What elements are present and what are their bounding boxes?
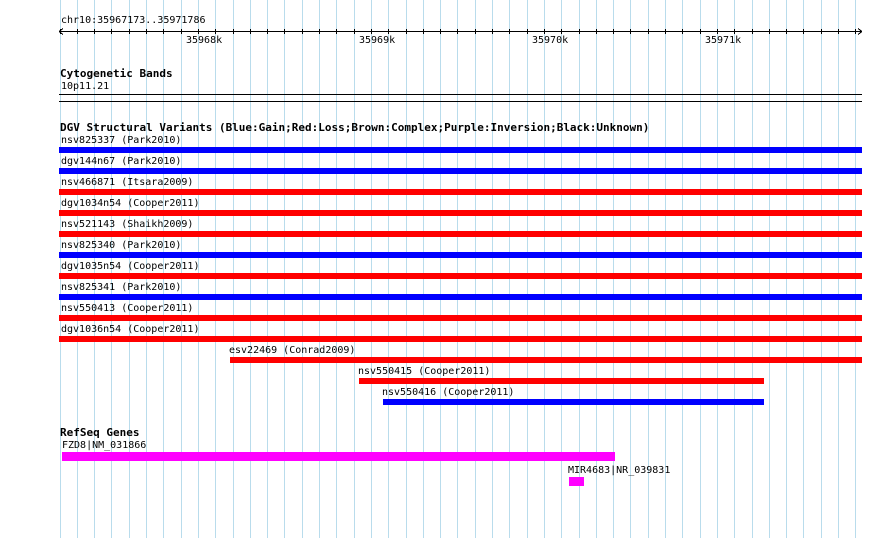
variant-label: nsv550416 (Cooper2011) — [382, 387, 515, 398]
variant-label: dgv1034n54 (Cooper2011) — [61, 198, 200, 209]
gain-variant-bar[interactable] — [59, 168, 862, 174]
loss-variant-bar[interactable] — [230, 357, 862, 363]
variant-label: nsv825337 (Park2010) — [61, 135, 182, 146]
locus-label: chr10:35967173..35971786 — [61, 15, 206, 26]
gain-variant-bar[interactable] — [383, 399, 764, 405]
gain-variant-bar[interactable] — [59, 147, 862, 153]
ruler-tick-label: 35969k — [359, 35, 396, 46]
variant-label: nsv825340 (Park2010) — [61, 240, 182, 251]
dgv-track-title: DGV Structural Variants (Blue:Gain;Red:L… — [60, 121, 650, 134]
variant-label: dgv144n67 (Park2010) — [61, 156, 182, 167]
variant-label: nsv550415 (Cooper2011) — [358, 366, 491, 377]
variant-label: nsv521143 (Shaikh2009) — [61, 219, 194, 230]
ruler-tick-label: 35970k — [532, 35, 569, 46]
cytoband-label[interactable]: 10p11.21 — [61, 81, 109, 93]
variant-label: nsv466871 (Itsara2009) — [61, 177, 194, 188]
variant-label: dgv1035n54 (Cooper2011) — [61, 261, 200, 272]
gene-bar[interactable] — [62, 452, 615, 461]
cytobands-track-title: Cytogenetic Bands — [60, 67, 173, 80]
loss-variant-bar[interactable] — [59, 210, 862, 216]
gene-label: MIR4683|NR_039831 — [568, 465, 671, 476]
gain-variant-bar[interactable] — [59, 252, 862, 258]
variant-label: nsv550413 (Cooper2011) — [61, 303, 194, 314]
refseq-track-title: RefSeq Genes — [60, 426, 140, 439]
gene-bar[interactable] — [569, 477, 584, 486]
loss-variant-bar[interactable] — [359, 378, 764, 384]
ruler-tick-label: 35971k — [705, 35, 742, 46]
gene-label: FZD8|NM_031866 — [62, 440, 147, 451]
variant-label: esv22469 (Conrad2009) — [229, 345, 356, 356]
cytoband-line — [59, 101, 862, 102]
cytoband-line — [59, 94, 862, 95]
ruler-tick-label: 35968k — [186, 35, 223, 46]
loss-variant-bar[interactable] — [59, 336, 862, 342]
variant-label: dgv1036n54 (Cooper2011) — [61, 324, 200, 335]
loss-variant-bar[interactable] — [59, 273, 862, 279]
gain-variant-bar[interactable] — [59, 294, 862, 300]
loss-variant-bar[interactable] — [59, 315, 862, 321]
loss-variant-bar[interactable] — [59, 231, 862, 237]
loss-variant-bar[interactable] — [59, 189, 862, 195]
variant-label: nsv825341 (Park2010) — [61, 282, 182, 293]
